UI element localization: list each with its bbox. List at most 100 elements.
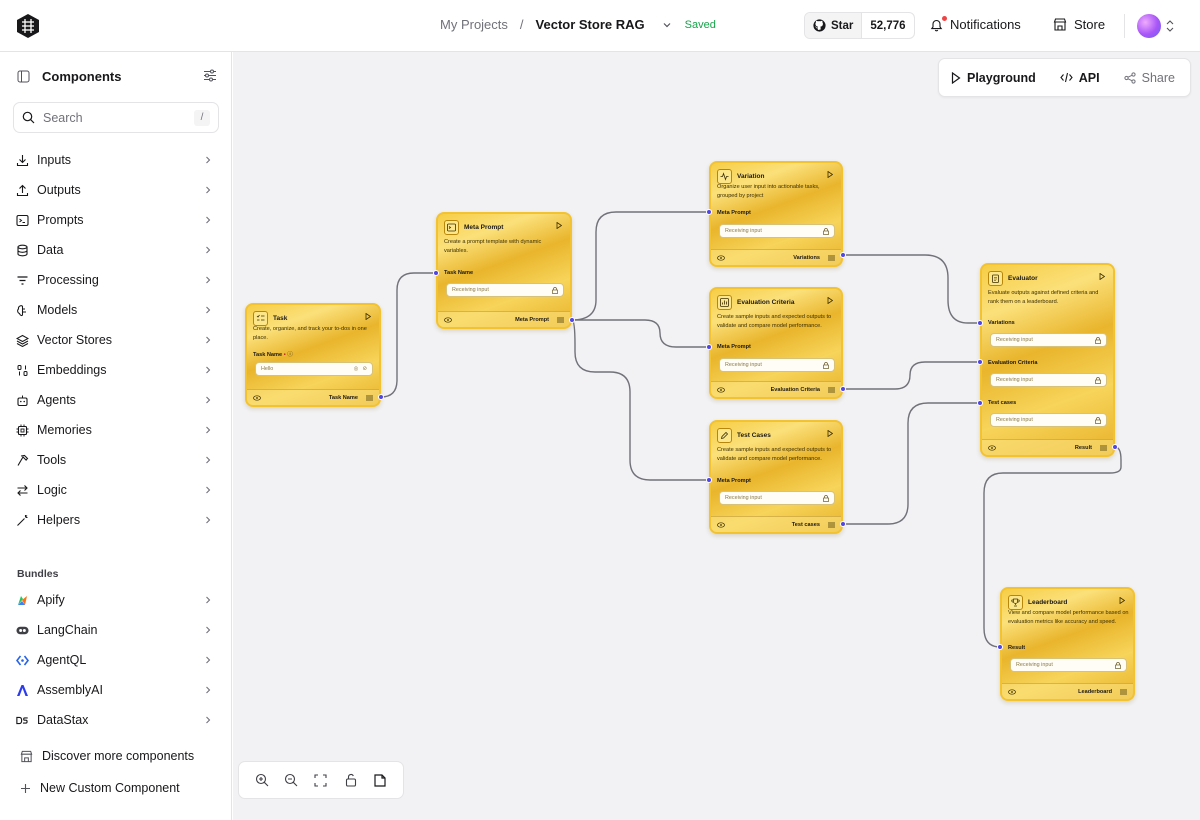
sidebar-item-prompts[interactable]: Prompts bbox=[16, 209, 212, 231]
store-button[interactable]: Store bbox=[1053, 17, 1105, 32]
menu-lines-icon[interactable] bbox=[828, 522, 835, 528]
langflow-logo-icon[interactable] bbox=[16, 13, 40, 39]
bundle-item-assemblyai[interactable]: AssemblyAI bbox=[16, 679, 212, 701]
sidebar-item-logic[interactable]: Logic bbox=[16, 479, 212, 501]
node-description: Create a prompt template with dynamic va… bbox=[444, 239, 542, 254]
input-handle[interactable] bbox=[706, 209, 712, 215]
sidebar-item-agents[interactable]: Agents bbox=[16, 389, 212, 411]
sidebar-item-memories[interactable]: Memories bbox=[16, 419, 212, 441]
sidebar-item-vector-stores[interactable]: Vector Stores bbox=[16, 329, 212, 351]
receiving-input[interactable]: Receiving input bbox=[719, 224, 835, 238]
notifications-button[interactable]: Notifications bbox=[930, 15, 1021, 32]
github-star-button[interactable]: Star 52,776 bbox=[804, 12, 915, 39]
fit-view-button[interactable] bbox=[313, 772, 329, 788]
input-handle[interactable] bbox=[706, 477, 712, 483]
bundle-item-agentql[interactable]: AgentQL bbox=[16, 649, 212, 671]
criteria-input[interactable]: Receiving input bbox=[990, 373, 1107, 387]
output-handle[interactable] bbox=[378, 394, 384, 400]
task-name-input[interactable]: Hello ◎ ⊘ bbox=[255, 362, 373, 376]
sidebar-item-helpers[interactable]: Helpers bbox=[16, 509, 212, 531]
new-custom-component-button[interactable]: New Custom Component bbox=[20, 781, 180, 795]
play-icon[interactable] bbox=[827, 430, 833, 437]
menu-lines-icon[interactable] bbox=[557, 317, 564, 323]
zoom-out-button[interactable] bbox=[283, 772, 299, 788]
sidebar-item-data[interactable]: Data bbox=[16, 239, 212, 261]
eye-icon[interactable] bbox=[717, 521, 725, 528]
eye-icon[interactable] bbox=[988, 444, 996, 451]
eye-icon[interactable] bbox=[1008, 688, 1016, 695]
sidebar-item-processing[interactable]: Processing bbox=[16, 269, 212, 291]
input-handle[interactable] bbox=[997, 644, 1003, 650]
play-icon[interactable] bbox=[556, 222, 562, 229]
api-button[interactable]: API bbox=[1048, 71, 1112, 85]
receiving-input[interactable]: Receiving input bbox=[1010, 658, 1127, 672]
bundle-item-langchain[interactable]: LangChain bbox=[16, 619, 212, 641]
output-handle[interactable] bbox=[840, 386, 846, 392]
test-cases-input[interactable]: Receiving input bbox=[990, 413, 1107, 427]
settings-sliders-icon[interactable] bbox=[203, 69, 217, 82]
globe-icon[interactable]: ◎ bbox=[354, 366, 359, 372]
sidebar-item-inputs[interactable]: Inputs bbox=[16, 149, 212, 171]
input-placeholder: Receiving input bbox=[452, 287, 489, 293]
sidebar-item-outputs[interactable]: Outputs bbox=[16, 179, 212, 201]
node-test-cases[interactable]: Test Cases Create sample inputs and expe… bbox=[709, 420, 843, 534]
play-icon[interactable] bbox=[827, 171, 833, 178]
zoom-in-button[interactable] bbox=[254, 772, 270, 788]
receiving-input[interactable]: Receiving input bbox=[719, 491, 835, 505]
input-handle[interactable] bbox=[433, 270, 439, 276]
receiving-input[interactable]: Receiving input bbox=[719, 358, 835, 372]
sidebar-item-embeddings[interactable]: Embeddings bbox=[16, 359, 212, 381]
eye-icon[interactable] bbox=[717, 254, 725, 261]
chevron-right-icon bbox=[206, 716, 211, 724]
menu-lines-icon[interactable] bbox=[366, 395, 373, 401]
github-icon bbox=[813, 19, 826, 32]
output-handle[interactable] bbox=[840, 521, 846, 527]
node-task[interactable]: Task Create, organize, and track your to… bbox=[245, 303, 381, 407]
sidebar-toggle-icon[interactable] bbox=[17, 70, 30, 83]
menu-lines-icon[interactable] bbox=[1100, 445, 1107, 451]
input-handle[interactable] bbox=[977, 359, 983, 365]
brain-icon bbox=[17, 304, 26, 316]
variations-input[interactable]: Receiving input bbox=[990, 333, 1107, 347]
playground-button[interactable]: Playground bbox=[939, 71, 1048, 85]
share-button[interactable]: Share bbox=[1112, 71, 1187, 85]
node-meta-prompt[interactable]: Meta Prompt Create a prompt template wit… bbox=[436, 212, 572, 329]
menu-lines-icon[interactable] bbox=[1120, 689, 1127, 695]
menu-lines-icon[interactable] bbox=[828, 255, 835, 261]
play-icon[interactable] bbox=[365, 313, 371, 320]
add-note-button[interactable] bbox=[372, 772, 388, 788]
input-placeholder: Receiving input bbox=[996, 417, 1033, 423]
project-name[interactable]: Vector Store RAG bbox=[536, 17, 645, 32]
sidebar-item-tools[interactable]: Tools bbox=[16, 449, 212, 471]
components-sidebar: Components Search / Inputs Outputs Promp… bbox=[0, 52, 232, 820]
breadcrumb-my-projects[interactable]: My Projects bbox=[440, 17, 508, 32]
eye-icon[interactable] bbox=[717, 386, 725, 393]
output-handle[interactable] bbox=[569, 317, 575, 323]
play-icon[interactable] bbox=[1099, 273, 1105, 280]
input-handle[interactable] bbox=[706, 344, 712, 350]
node-evaluator[interactable]: Evaluator Evaluate outputs against defin… bbox=[980, 263, 1115, 457]
sidebar-item-models[interactable]: Models bbox=[16, 299, 212, 321]
eye-off-icon[interactable]: ⊘ bbox=[362, 366, 367, 372]
bundle-item-datastax[interactable]: DataStax bbox=[16, 709, 212, 731]
eye-icon[interactable] bbox=[253, 394, 261, 401]
lock-canvas-button[interactable] bbox=[343, 772, 359, 788]
chevron-updown-icon[interactable] bbox=[1165, 19, 1175, 33]
input-handle[interactable] bbox=[977, 320, 983, 326]
receiving-input[interactable]: Receiving input bbox=[446, 283, 564, 297]
eye-icon[interactable] bbox=[444, 316, 452, 323]
play-icon[interactable] bbox=[827, 297, 833, 304]
search-input[interactable]: Search / bbox=[13, 102, 219, 133]
node-evaluation-criteria[interactable]: Evaluation Criteria Create sample inputs… bbox=[709, 287, 843, 399]
output-handle[interactable] bbox=[840, 252, 846, 258]
play-icon[interactable] bbox=[1119, 597, 1125, 604]
user-avatar[interactable] bbox=[1137, 14, 1161, 38]
discover-components-link[interactable]: Discover more components bbox=[20, 749, 194, 763]
chevron-down-icon[interactable] bbox=[661, 19, 673, 31]
node-leaderboard[interactable]: Leaderboard View and compare model perfo… bbox=[1000, 587, 1135, 701]
node-variation[interactable]: Variation Organize user input into actio… bbox=[709, 161, 843, 267]
input-handle[interactable] bbox=[977, 400, 983, 406]
output-handle[interactable] bbox=[1112, 444, 1118, 450]
menu-lines-icon[interactable] bbox=[828, 387, 835, 393]
bundle-item-apify[interactable]: Apify bbox=[16, 589, 212, 611]
